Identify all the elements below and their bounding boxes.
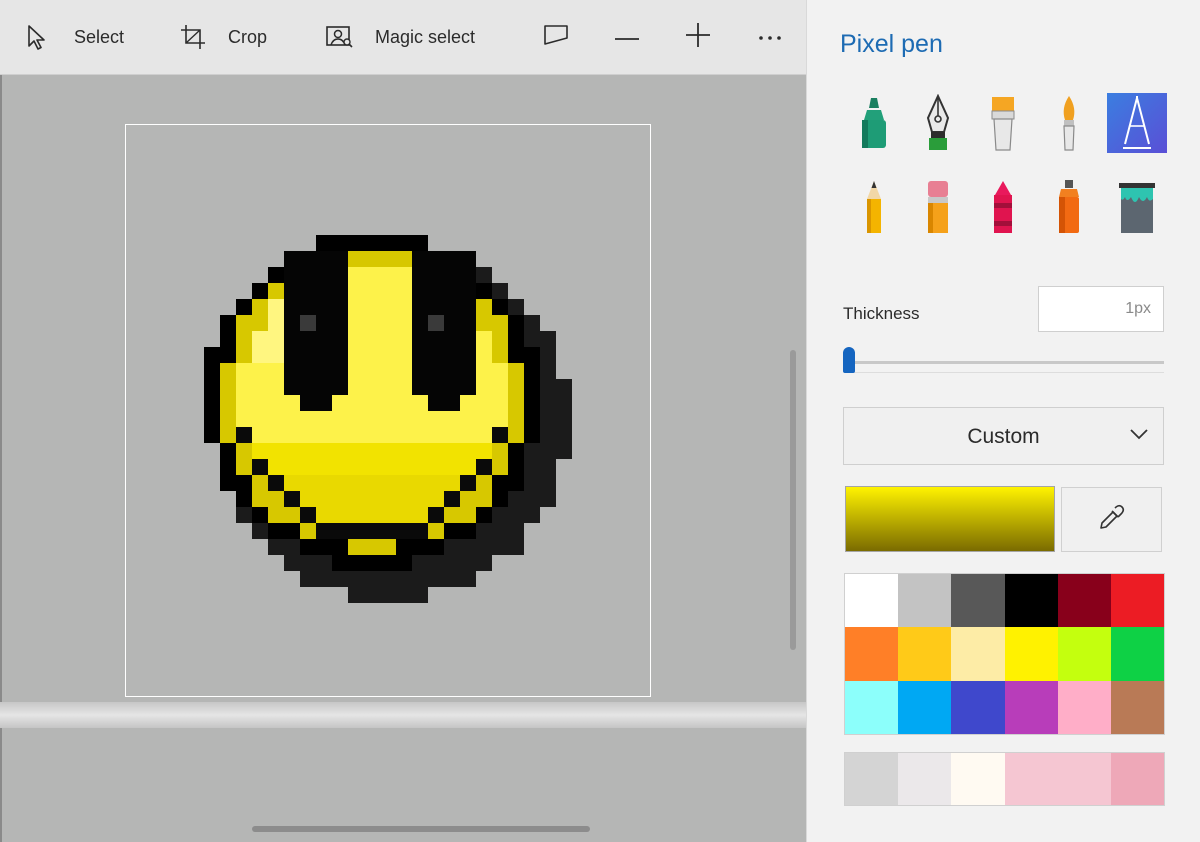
horizontal-scrollbar[interactable] [252, 826, 590, 832]
oil-brush-button[interactable] [973, 93, 1033, 153]
watercolor-brush-icon [1063, 96, 1075, 151]
flag-button[interactable] [536, 0, 576, 74]
recent-color-swatch[interactable] [845, 753, 899, 805]
color-mode-dropdown[interactable]: Custom [843, 407, 1164, 465]
spray-can-icon [1059, 180, 1079, 233]
magic-select-button[interactable]: Magic select [325, 0, 475, 74]
marker-icon [862, 98, 886, 148]
palette-swatch[interactable] [1004, 627, 1058, 681]
palette-swatch[interactable] [1057, 574, 1111, 628]
palette-swatch[interactable] [1004, 680, 1058, 734]
palette-swatch[interactable] [898, 680, 952, 734]
pixel-pen-icon [1123, 96, 1151, 149]
plus-icon [686, 22, 710, 52]
eraser-icon [928, 181, 948, 233]
crop-icon [180, 24, 206, 50]
spray-can-button[interactable] [1039, 176, 1099, 236]
palette-swatch[interactable] [898, 627, 952, 681]
palette-swatch[interactable] [951, 627, 1005, 681]
palette-swatch[interactable] [1110, 574, 1164, 628]
flag-icon [543, 24, 569, 51]
eyedropper-icon [1098, 503, 1126, 536]
palette-swatch[interactable] [845, 627, 899, 681]
recent-color-swatch[interactable] [951, 753, 1005, 805]
more-dots-icon [758, 28, 782, 46]
minus-icon [615, 28, 639, 46]
recent-color-swatch[interactable] [1057, 753, 1111, 805]
vertical-scrollbar[interactable] [790, 350, 796, 650]
marker-brush-button[interactable] [844, 93, 904, 153]
pixel-smiley-drawing [204, 235, 572, 603]
palette-swatch[interactable] [1004, 574, 1058, 628]
palette-swatch[interactable] [1110, 680, 1164, 734]
oil-brush-icon [991, 97, 1015, 151]
select-button[interactable]: Select [26, 0, 124, 74]
palette-swatch[interactable] [951, 574, 1005, 628]
palette-swatch[interactable] [1110, 627, 1164, 681]
drawing-canvas[interactable] [125, 124, 651, 697]
calligraphy-pen-icon [926, 94, 950, 150]
color-mode-label: Custom [967, 425, 1040, 448]
thickness-label: Thickness [843, 304, 920, 323]
palette-swatch[interactable] [845, 680, 899, 734]
crayon-icon [994, 181, 1012, 233]
thickness-slider-thumb[interactable] [843, 347, 855, 373]
recent-colors [844, 752, 1165, 806]
zoom-out-button[interactable] [607, 0, 647, 74]
recent-color-swatch[interactable] [898, 753, 952, 805]
recent-color-swatch[interactable] [1004, 753, 1058, 805]
palette-swatch[interactable] [1057, 680, 1111, 734]
crop-label: Crop [228, 26, 268, 47]
panel-title: Pixel pen [840, 30, 943, 58]
pixel-pen-button[interactable] [1107, 93, 1167, 153]
thickness-slider-track[interactable] [845, 361, 1164, 364]
palette-swatch[interactable] [898, 574, 952, 628]
eyedropper-button[interactable] [1061, 487, 1162, 552]
current-color-swatch[interactable] [845, 486, 1055, 552]
chevron-down-icon [1129, 427, 1149, 445]
select-cursor-icon [26, 24, 48, 50]
pencil-icon [867, 181, 881, 233]
canvas-workspace: Select Crop Magic select [0, 0, 806, 842]
brush-side-panel: Pixel pen Thickness 1px Custom [806, 0, 1200, 842]
crayon-button[interactable] [973, 176, 1033, 236]
more-options-button[interactable] [750, 0, 790, 74]
pencil-brush-button[interactable] [844, 176, 904, 236]
fill-bucket-icon [1119, 183, 1155, 233]
thickness-input[interactable]: 1px [1038, 286, 1164, 332]
color-palette [844, 573, 1165, 735]
zoom-in-button[interactable] [678, 0, 718, 74]
thickness-slider-shadow [845, 372, 1164, 373]
crop-button[interactable]: Crop [180, 0, 267, 74]
magic-select-label: Magic select [375, 26, 476, 47]
watercolor-brush-button[interactable] [1039, 93, 1099, 153]
palette-swatch[interactable] [951, 680, 1005, 734]
select-label: Select [74, 26, 125, 47]
top-toolbar: Select Crop Magic select [0, 0, 806, 74]
recent-color-swatch[interactable] [1110, 753, 1164, 805]
magic-select-icon [325, 25, 353, 49]
canvas-bottom-edge [0, 702, 806, 728]
calligraphy-pen-button[interactable] [908, 93, 968, 153]
eraser-button[interactable] [908, 176, 968, 236]
palette-swatch[interactable] [1057, 627, 1111, 681]
fill-bucket-button[interactable] [1107, 176, 1167, 236]
palette-swatch[interactable] [845, 574, 899, 628]
